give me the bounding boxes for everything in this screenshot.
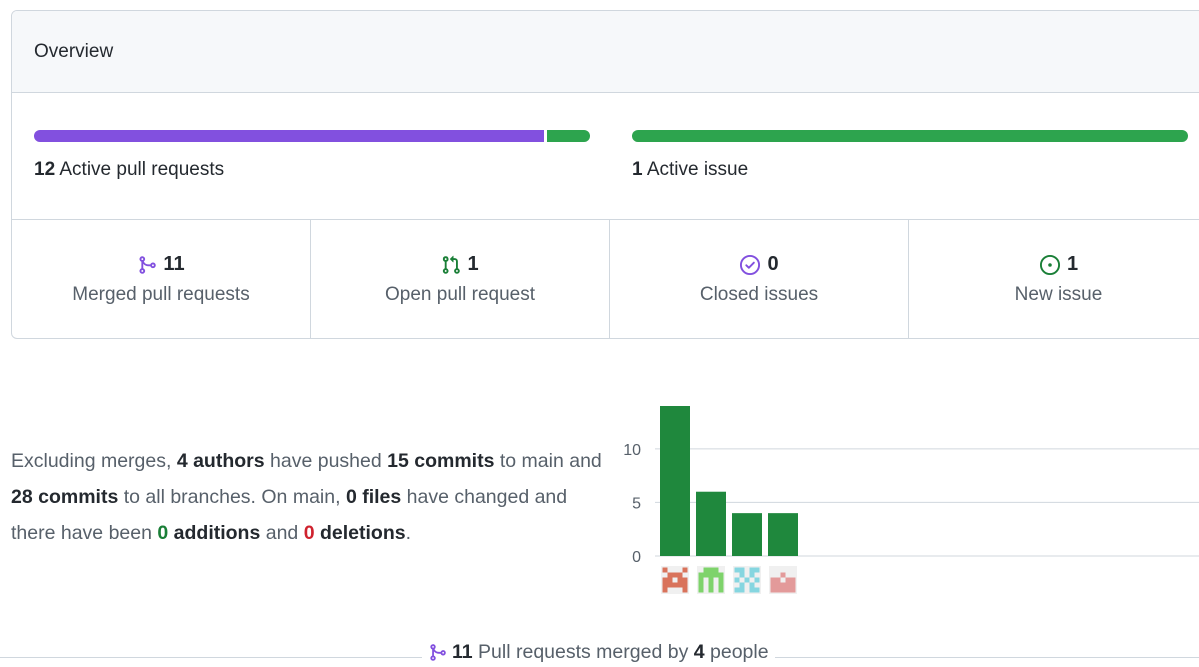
author-avatar[interactable] bbox=[733, 566, 761, 594]
pulse-page: Overview 12 Active pull requests 1 Activ… bbox=[0, 0, 1199, 667]
y-tick-label: 0 bbox=[632, 549, 641, 566]
active-issue-count: 1 bbox=[632, 159, 643, 180]
commits-main-count: 15 commits bbox=[387, 450, 495, 472]
summary-text: . bbox=[405, 522, 412, 544]
new-issue-value: 1 bbox=[1066, 253, 1079, 275]
merged-pr-value: 11 bbox=[163, 253, 185, 275]
deletions-count: 0 bbox=[303, 522, 315, 544]
author-commit-bar[interactable] bbox=[696, 491, 726, 556]
commits-all-count: 28 commits bbox=[11, 486, 119, 508]
commit-summary: Excluding merges, 4 authors have pushed … bbox=[11, 443, 611, 551]
merged-pr-total: 11 bbox=[452, 641, 473, 663]
additions-count: 0 bbox=[157, 522, 169, 544]
issue-opened-icon bbox=[1039, 254, 1060, 275]
closed-issues-value: 0 bbox=[767, 253, 779, 275]
overview-title: Overview bbox=[34, 40, 114, 62]
merged-pr-segment bbox=[34, 130, 544, 142]
author-commit-bar[interactable] bbox=[768, 513, 798, 556]
author-commit-bar[interactable] bbox=[732, 513, 762, 556]
overview-header: Overview bbox=[12, 11, 1199, 93]
new-issue-segment bbox=[632, 130, 1188, 142]
commits-by-author-chart: 0 5 10 bbox=[623, 406, 1199, 594]
overview-bars: 12 Active pull requests 1 Active issue bbox=[12, 93, 1199, 220]
author-avatar[interactable] bbox=[661, 566, 689, 594]
active-issue-label: Active issue bbox=[646, 159, 749, 180]
open-pr-value: 1 bbox=[467, 253, 479, 275]
summary-text: to all branches. On main, bbox=[118, 486, 346, 508]
files-changed-count: 0 files bbox=[345, 486, 402, 508]
active-issues-link[interactable]: 1 Active issue bbox=[632, 159, 748, 181]
active-pr-label: Active pull requests bbox=[59, 159, 225, 180]
footer-text-part: people bbox=[704, 641, 769, 663]
author-avatar[interactable] bbox=[697, 566, 725, 594]
issue-progress-bar[interactable] bbox=[632, 130, 1188, 142]
merged-pr-label: Merged pull requests bbox=[72, 284, 250, 305]
summary-text: and bbox=[260, 522, 304, 544]
closed-issues-stat[interactable]: 0 Closed issues bbox=[610, 220, 909, 338]
open-pull-request-stat[interactable]: 1 Open pull request bbox=[311, 220, 610, 338]
new-issue-stat[interactable]: 1 New issue bbox=[909, 220, 1199, 338]
new-issue-label: New issue bbox=[1014, 284, 1103, 305]
people-count: 4 bbox=[693, 641, 705, 663]
deletions-label: deletions bbox=[314, 522, 406, 544]
closed-issues-label: Closed issues bbox=[699, 284, 819, 305]
author-commit-bar[interactable] bbox=[660, 406, 690, 556]
summary-text: to main and bbox=[494, 450, 602, 472]
git-merge-icon bbox=[139, 255, 157, 274]
overview-stats: 11 Merged pull requests 1 Open pull requ… bbox=[12, 220, 1199, 338]
pull-request-progress-bar[interactable] bbox=[34, 130, 590, 142]
active-pr-count: 12 bbox=[34, 159, 56, 180]
summary-text: have pushed bbox=[264, 450, 388, 472]
merged-pull-requests-stat[interactable]: 11 Merged pull requests bbox=[12, 220, 311, 338]
overview-card: Overview 12 Active pull requests 1 Activ… bbox=[11, 10, 1199, 339]
additions-label: additions bbox=[168, 522, 261, 544]
y-tick-label: 10 bbox=[623, 442, 641, 459]
issue-closed-icon bbox=[740, 254, 761, 275]
active-pull-requests-link[interactable]: 12 Active pull requests bbox=[34, 159, 224, 181]
git-merge-icon bbox=[430, 644, 446, 661]
merged-by-heading: 11 Pull requests merged by 4 people bbox=[422, 641, 775, 664]
authors-count: 4 authors bbox=[176, 450, 265, 472]
author-avatar[interactable] bbox=[769, 566, 797, 594]
summary-text: Excluding merges, bbox=[11, 450, 177, 472]
open-pr-label: Open pull request bbox=[385, 284, 535, 305]
y-tick-label: 5 bbox=[632, 495, 641, 512]
open-pr-segment bbox=[546, 130, 590, 142]
git-pull-request-icon bbox=[443, 255, 461, 274]
footer-text-part: Pull requests merged by bbox=[472, 641, 694, 663]
